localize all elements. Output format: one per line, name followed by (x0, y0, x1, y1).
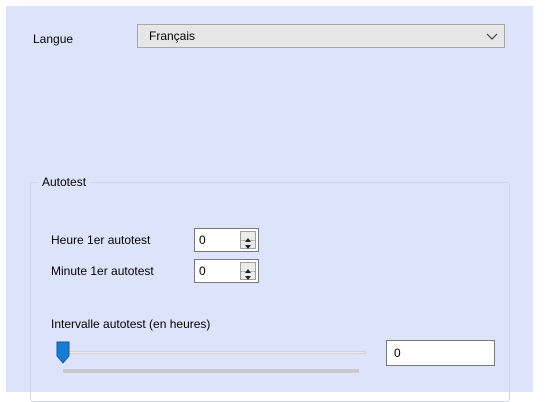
arrow-down-icon[interactable] (241, 271, 255, 280)
minute-stepper[interactable]: 0 (194, 259, 259, 283)
hour-label: Heure 1er autotest (51, 233, 151, 247)
interval-value: 0 (394, 346, 401, 360)
autotest-group-title: Autotest (38, 175, 91, 189)
interval-label: Intervalle autotest (en heures) (51, 317, 211, 331)
hour-spin-buttons (240, 231, 256, 249)
minute-value: 0 (199, 264, 206, 278)
slider-thumb-icon[interactable] (56, 341, 70, 364)
hour-value: 0 (199, 233, 206, 247)
interval-value-input[interactable]: 0 (386, 340, 495, 366)
language-selected-value: Français (149, 29, 196, 43)
minute-spin-buttons (240, 262, 256, 280)
slider-tick-bar (63, 369, 359, 373)
hour-stepper[interactable]: 0 (194, 228, 259, 252)
interval-slider-track[interactable] (56, 351, 366, 354)
arrow-down-icon[interactable] (241, 240, 255, 249)
language-dropdown[interactable]: Français (137, 24, 505, 48)
chevron-down-icon (484, 25, 500, 47)
language-label: Langue (33, 32, 74, 46)
minute-label: Minute 1er autotest (51, 264, 154, 278)
